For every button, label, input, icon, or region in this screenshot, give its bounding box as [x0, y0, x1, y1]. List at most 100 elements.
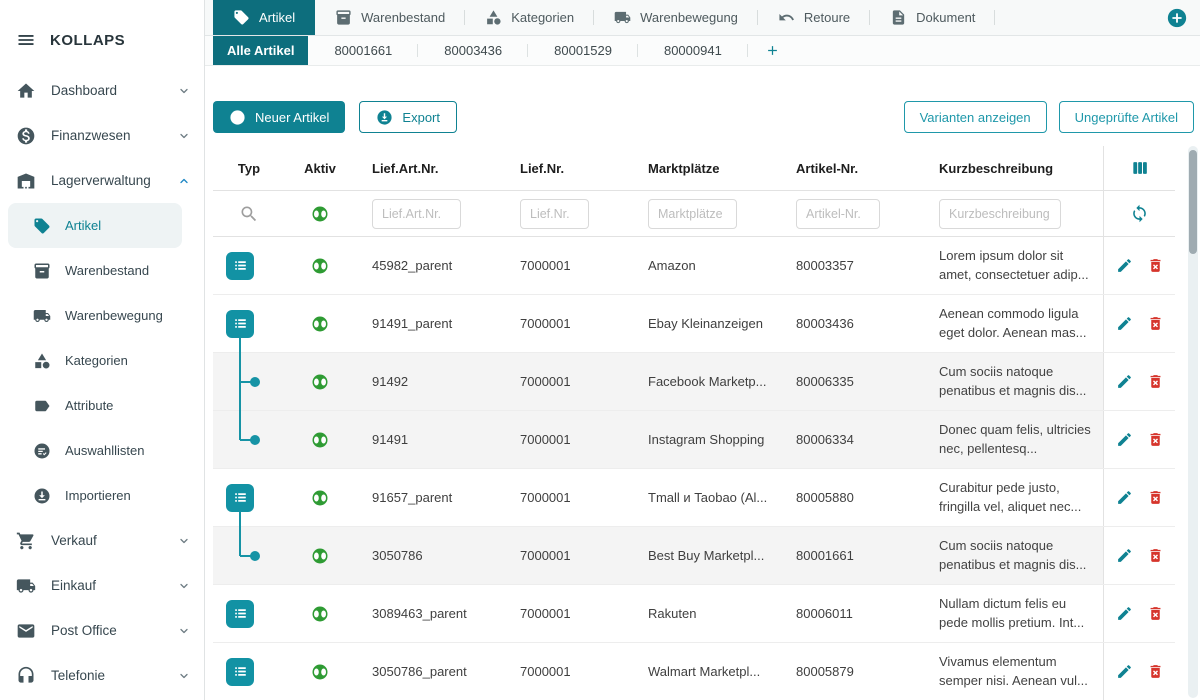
filter-artikel-nr-input[interactable] — [796, 199, 880, 229]
filter-marktplaetze-input[interactable] — [648, 199, 737, 229]
refresh-icon[interactable] — [1130, 204, 1149, 223]
cell-marktplatz: Instagram Shopping — [631, 411, 779, 468]
sidebar-item-finanzwesen[interactable]: Finanzwesen — [0, 113, 204, 158]
active-status-icon[interactable] — [311, 547, 329, 565]
cell-typ — [213, 527, 285, 584]
tab-dokument[interactable]: Dokument — [870, 0, 995, 35]
tab-retoure[interactable]: Retoure — [758, 0, 870, 35]
export-button[interactable]: Export — [359, 101, 457, 133]
active-status-icon[interactable] — [311, 257, 329, 275]
attribute-icon — [33, 397, 51, 415]
active-status-icon[interactable] — [311, 663, 329, 681]
delete-icon[interactable] — [1147, 257, 1164, 274]
parent-article-list-icon[interactable] — [226, 658, 254, 686]
edit-icon[interactable] — [1116, 373, 1133, 390]
truck-icon — [16, 576, 36, 596]
truck-icon — [33, 307, 51, 325]
table-row: 3089463_parent7000001Rakuten80006011Null… — [213, 585, 1175, 643]
article-tab-80003436[interactable]: 80003436 — [418, 36, 528, 65]
parent-article-list-icon[interactable] — [226, 310, 254, 338]
filter-kurzbeschreibung-input[interactable] — [939, 199, 1061, 229]
sidebar-item-importieren[interactable]: Importieren — [0, 473, 204, 518]
delete-icon[interactable] — [1147, 605, 1164, 622]
cell-artikel-nr: 80006335 — [779, 353, 922, 410]
active-status-icon[interactable] — [311, 373, 329, 391]
parent-article-list-icon[interactable] — [226, 484, 254, 512]
delete-icon[interactable] — [1147, 663, 1164, 680]
edit-icon[interactable] — [1116, 257, 1133, 274]
tree-connector — [239, 410, 241, 440]
tab-warenbestand[interactable]: Warenbestand — [315, 0, 465, 35]
delete-icon[interactable] — [1147, 373, 1164, 390]
edit-icon[interactable] — [1116, 431, 1133, 448]
add-article-tab-button[interactable] — [748, 36, 797, 65]
category-icon — [33, 352, 51, 370]
article-tab-alle-artikel[interactable]: Alle Artikel — [213, 36, 308, 65]
scrollbar-thumb[interactable] — [1189, 150, 1197, 254]
new-article-button[interactable]: Neuer Artikel — [213, 101, 345, 133]
article-tab-80001661[interactable]: 80001661 — [308, 36, 418, 65]
article-tab-80000941[interactable]: 80000941 — [638, 36, 748, 65]
active-status-icon[interactable] — [311, 431, 329, 449]
tree-connector — [239, 337, 241, 354]
cell-aktiv — [285, 411, 355, 468]
edit-icon[interactable] — [1116, 489, 1133, 506]
tab-artikel[interactable]: Artikel — [213, 0, 315, 35]
show-variants-button[interactable]: Varianten anzeigen — [904, 101, 1047, 133]
import-icon — [33, 487, 51, 505]
cell-artikel-nr: 80006011 — [779, 585, 922, 642]
active-status-icon[interactable] — [311, 605, 329, 623]
sidebar-item-verkauf[interactable]: Verkauf — [0, 518, 204, 563]
unchecked-articles-button[interactable]: Ungeprüfte Artikel — [1059, 101, 1194, 133]
active-toggle-icon[interactable] — [311, 205, 329, 223]
edit-icon[interactable] — [1116, 547, 1133, 564]
delete-icon[interactable] — [1147, 431, 1164, 448]
edit-icon[interactable] — [1116, 663, 1133, 680]
sidebar-item-dashboard[interactable]: Dashboard — [0, 68, 204, 113]
table-header-row: TypAktivLief.Art.Nr.Lief.Nr.MarktplätzeA… — [213, 146, 1175, 191]
cell-typ — [213, 411, 285, 468]
add-module-tab-button[interactable] — [1166, 7, 1188, 29]
edit-icon[interactable] — [1116, 315, 1133, 332]
column-settings-icon[interactable] — [1129, 158, 1151, 178]
cell-marktplatz: Ebay Kleinanzeigen — [631, 295, 779, 352]
sidebar-item-auswahllisten[interactable]: Auswahllisten — [0, 428, 204, 473]
article-tab-80001529[interactable]: 80001529 — [528, 36, 638, 65]
cart-icon — [16, 531, 36, 551]
menu-icon[interactable] — [16, 30, 36, 50]
filter-lief-art-nr-input[interactable] — [372, 199, 461, 229]
plus-icon — [765, 43, 780, 58]
delete-icon[interactable] — [1147, 315, 1164, 332]
sidebar-item-kategorien[interactable]: Kategorien — [0, 338, 204, 383]
column-header-aktiv: Aktiv — [285, 146, 355, 190]
sidebar: KOLLAPS DashboardFinanzwesenLagerverwalt… — [0, 0, 205, 700]
parent-article-list-icon[interactable] — [226, 600, 254, 628]
chevron-down-icon — [178, 85, 190, 97]
active-status-icon[interactable] — [311, 489, 329, 507]
home-icon — [16, 81, 36, 101]
table-row: 91491_parent7000001Ebay Kleinanzeigen800… — [213, 295, 1175, 353]
delete-icon[interactable] — [1147, 489, 1164, 506]
cell-aktiv — [285, 237, 355, 294]
sidebar-item-lagerverwaltung[interactable]: Lagerverwaltung — [0, 158, 204, 203]
sidebar-item-artikel[interactable]: Artikel — [8, 203, 182, 248]
active-status-icon[interactable] — [311, 315, 329, 333]
sidebar-item-post-office[interactable]: Post Office — [0, 608, 204, 653]
cell-marktplatz: Tmall и Taobao (Al... — [631, 469, 779, 526]
sidebar-item-einkauf[interactable]: Einkauf — [0, 563, 204, 608]
delete-icon[interactable] — [1147, 547, 1164, 564]
edit-icon[interactable] — [1116, 605, 1133, 622]
tab-warenbewegung[interactable]: Warenbewegung — [594, 0, 758, 35]
sidebar-item-warenbewegung[interactable]: Warenbewegung — [0, 293, 204, 338]
sidebar-item-warenbestand[interactable]: Warenbestand — [0, 248, 204, 293]
tab-kategorien[interactable]: Kategorien — [465, 0, 594, 35]
sidebar-item-telefonie[interactable]: Telefonie — [0, 653, 204, 698]
parent-article-list-icon[interactable] — [226, 252, 254, 280]
filter-lief-nr-input[interactable] — [520, 199, 589, 229]
scrollbar-track[interactable] — [1188, 146, 1198, 698]
cell-lief-nr: 7000001 — [503, 527, 631, 584]
sidebar-item-attribute[interactable]: Attribute — [0, 383, 204, 428]
cell-artikel-nr: 80006334 — [779, 411, 922, 468]
cell-aktiv — [285, 585, 355, 642]
cell-lief-art-nr: 91492 — [355, 353, 503, 410]
